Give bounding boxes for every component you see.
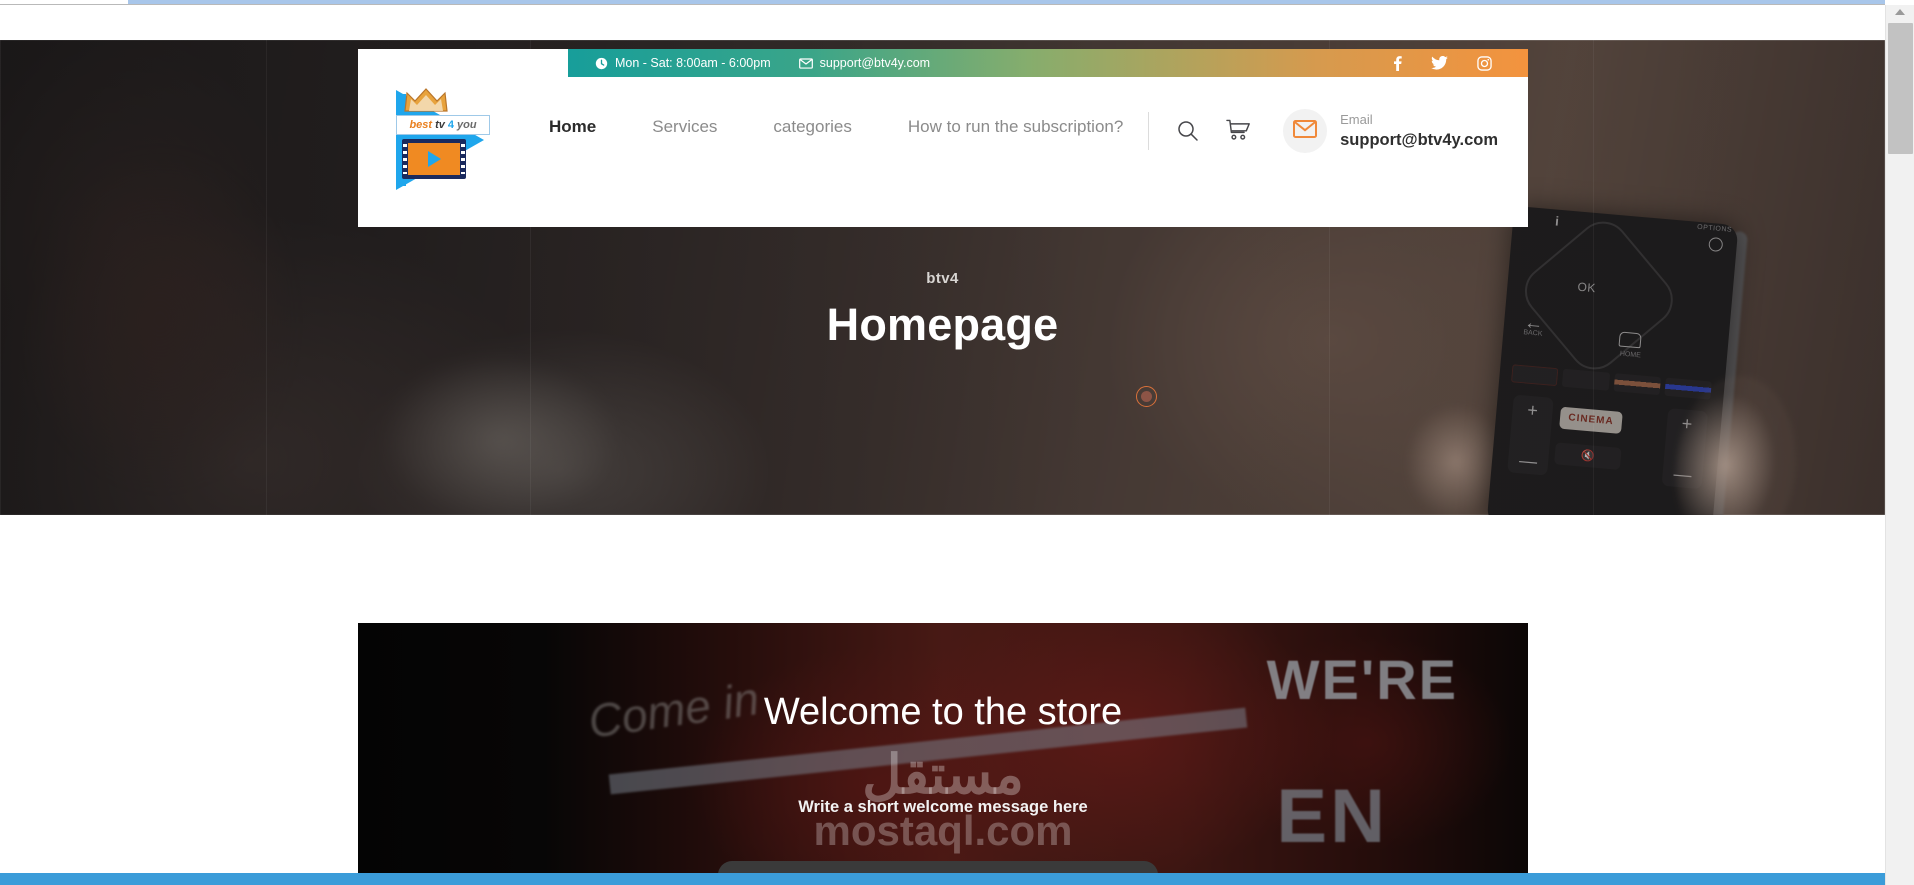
logo-word-four: 4 [447,119,454,131]
film-perforations-left [403,144,407,174]
page-scrollbar[interactable] [1885,5,1914,885]
header-divider [1148,112,1150,150]
site-header: Mon - Sat: 8:00am - 6:00pm support@btv4y… [358,49,1528,227]
business-hours-text: Mon - Sat: 8:00am - 6:00pm [615,56,771,70]
welcome-banner: Come in WE'RE EN مستقل mostaql.com Welco… [358,623,1528,873]
crown-icon [403,87,449,113]
breadcrumb: btv4 [926,270,959,287]
facebook-icon[interactable] [1393,55,1402,71]
circle-marker-icon [1136,386,1157,407]
contact-email-block[interactable]: Email support@btv4y.com [1340,111,1498,151]
welcome-title: Welcome to the store [763,691,1123,733]
play-triangle-icon [427,151,441,167]
topbar-email-text: support@btv4y.com [819,56,931,70]
scrollbar-thumb[interactable] [1888,23,1913,154]
shopping-cart-icon[interactable] [1221,114,1255,148]
bottom-status-bar [0,873,1885,885]
contact-email-icon-badge[interactable] [1283,109,1328,153]
film-perforations-right [461,144,465,174]
film-strip-icon [402,139,466,179]
contact-email-label: Email [1340,112,1373,128]
nav-item-home[interactable]: Home [521,117,624,137]
page-top-gap [0,5,1885,40]
page-viewport: i OPTIONS OK ← BACK HOME + — + — CINEMA [0,5,1885,873]
header-topbar: Mon - Sat: 8:00am - 6:00pm support@btv4y… [568,49,1528,77]
nav-item-categories[interactable]: categories [745,117,879,137]
envelope-icon [1293,119,1318,143]
watermark-arabic: مستقل [862,745,1024,805]
logo-word-you: you [456,119,477,131]
logo-word-tv: tv [435,119,445,131]
instagram-icon[interactable] [1477,55,1492,71]
twitter-icon[interactable] [1431,56,1448,70]
main-navigation: Home Services categories How to run the … [521,117,1151,137]
page-title: Homepage [826,299,1059,350]
clock-icon [595,57,608,70]
header-actions: Email support@btv4y.com [1148,109,1498,153]
hero-title-block: btv4 Homepage [0,270,1885,351]
nav-item-how-to-run-the-subscription[interactable]: How to run the subscription? [880,117,1151,137]
search-icon[interactable] [1171,114,1205,148]
logo-wordmark: best tv 4 you [396,115,490,135]
contact-email-value: support@btv4y.com [1340,130,1498,149]
nav-item-services[interactable]: Services [624,117,745,137]
chevron-up-icon[interactable] [1895,9,1905,15]
envelope-icon [798,57,813,69]
business-hours: Mon - Sat: 8:00am - 6:00pm [595,56,771,70]
logo-word-best: best [409,119,433,131]
welcome-subtitle: Write a short welcome message here [798,798,1088,816]
social-links [1393,49,1492,77]
film-frame [408,143,460,175]
site-logo[interactable]: best tv 4 you [396,87,506,192]
welcome-foreground-shape [718,861,1158,873]
header-nav-row: best tv 4 you Home Services categories H… [358,77,1528,227]
topbar-email[interactable]: support@btv4y.com [798,56,931,70]
